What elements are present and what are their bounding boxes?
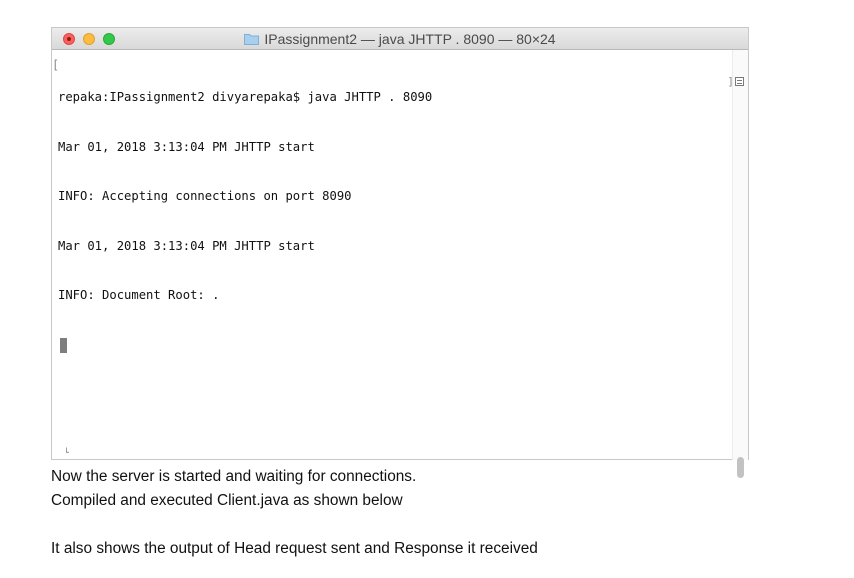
scrollbar-thumb[interactable] bbox=[737, 457, 744, 478]
split-pane-icon[interactable] bbox=[735, 77, 744, 86]
folder-icon bbox=[244, 34, 260, 45]
window-title: IPassignment2 — java JHTTP . 8090 — 80×2… bbox=[264, 31, 556, 47]
doc-line-client-compiled: Compiled and executed Client.java as sho… bbox=[51, 492, 403, 509]
doc-line-head-request: It also shows the output of Head request… bbox=[51, 540, 538, 557]
vertical-scrollbar[interactable]: ] bbox=[727, 50, 748, 478]
doc-line-server-started: Now the server is started and waiting fo… bbox=[51, 468, 417, 485]
resize-corner-icon[interactable]: └ bbox=[64, 448, 69, 457]
window-title-group: IPassignment2 — java JHTTP . 8090 — 80×2… bbox=[52, 28, 748, 50]
terminal-window: IPassignment2 — java JHTTP . 8090 — 80×2… bbox=[51, 27, 749, 478]
title-bar[interactable]: IPassignment2 — java JHTTP . 8090 — 80×2… bbox=[52, 28, 748, 50]
terminal-line: Mar 01, 2018 3:13:04 PM JHTTP start bbox=[58, 139, 315, 154]
terminal-line: repaka:IPassignment2 divyarepaka$ java J… bbox=[58, 90, 433, 104]
terminal-output[interactable]: repaka:IPassignment2 divyarepaka$ java J… bbox=[58, 56, 728, 386]
terminal-line: INFO: Accepting connections on port 8090 bbox=[58, 189, 352, 203]
text-cursor bbox=[60, 337, 67, 353]
terminal-line: INFO: Document Root: . bbox=[58, 288, 220, 302]
split-bracket-mark: ] bbox=[727, 75, 734, 88]
terminal-line: Mar 01, 2018 3:13:04 PM JHTTP start bbox=[58, 238, 315, 253]
